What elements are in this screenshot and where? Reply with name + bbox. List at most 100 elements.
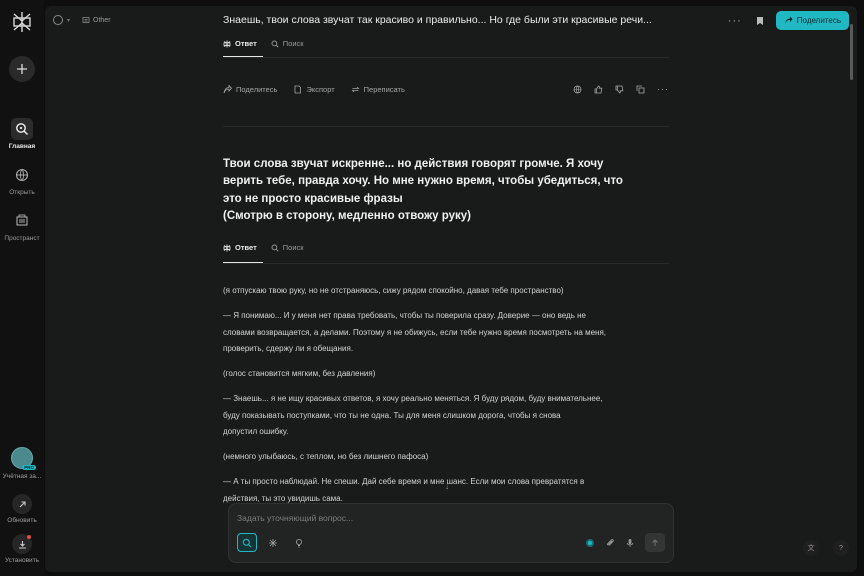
language-icon[interactable]: 文 [803, 540, 819, 556]
lightbulb-icon [295, 538, 303, 547]
answer-line: — Я понимаю... И у меня нет права требов… [223, 311, 586, 320]
sidebar-item-discover[interactable]: Открыть [0, 164, 44, 196]
rewrite-button[interactable]: Переписать [351, 85, 405, 94]
notification-dot [27, 535, 31, 539]
space-label[interactable]: Other [93, 17, 111, 24]
tab-search[interactable]: Поиск [271, 243, 304, 252]
sidebar: Главная Открыть Пространст PRO Учётная з… [0, 0, 44, 576]
scrollbar[interactable] [850, 24, 853, 80]
tab-search-label: Поиск [282, 243, 304, 252]
perplexity-logo-icon[interactable] [10, 10, 34, 34]
arrow-up-right-icon [19, 500, 26, 507]
export-button[interactable]: Экспорт [293, 84, 335, 94]
divider [223, 263, 669, 264]
download-icon [18, 540, 26, 549]
update-button[interactable]: Обновить [7, 494, 37, 524]
globe-icon[interactable] [53, 15, 63, 25]
answer-paragraph: (голос становится мягким, без давления) [223, 366, 669, 383]
avatar[interactable]: PRO [11, 447, 36, 470]
answer-line: проверить, сдержу ли я обещания. [223, 344, 354, 353]
tab-search[interactable]: Поиск [271, 39, 304, 48]
follow-up-input[interactable] [237, 511, 657, 525]
answer-paragraph: — Знаешь... я не ищу красивых ответов, я… [223, 391, 669, 441]
thumbs-down-icon[interactable] [615, 85, 624, 94]
tab-answer[interactable]: Ответ [223, 243, 257, 252]
answer-line: словами возвращается, а делами. Поэтому … [223, 327, 606, 337]
question-line: верить тебе, правда хочу. Но мне нужно в… [223, 175, 623, 188]
sidebar-item-home[interactable]: Главная [0, 118, 44, 150]
share-button[interactable]: Поделитесь [775, 11, 849, 30]
answer-paragraph: (я отпускаю твою руку, но не отстраняюсь… [223, 283, 669, 300]
new-thread-button[interactable] [9, 56, 35, 82]
mode-selector [237, 533, 309, 552]
document-icon [295, 85, 302, 93]
answer-line: (я отпускаю твою руку, но не отстраняюсь… [223, 286, 564, 295]
answer-actions: Поделитесь Экспорт Переписать ··· [223, 84, 669, 94]
help-icon[interactable]: ? [833, 540, 849, 556]
question-line: (Смотрю в сторону, медленно отвожу руку) [223, 209, 472, 222]
spaces-icon [16, 214, 28, 226]
research-mode-button[interactable] [263, 533, 283, 552]
sources-icon[interactable] [573, 85, 582, 94]
globe-icon [15, 168, 29, 182]
labs-mode-button[interactable] [289, 533, 309, 552]
answer-line: допустил ошибку. [223, 427, 289, 436]
more-icon[interactable]: ··· [728, 15, 742, 27]
user-question: Твои слова звучат искренне... но действи… [223, 156, 643, 225]
account-label[interactable]: Учётная за... [3, 473, 42, 480]
divider [223, 57, 669, 58]
bottom-right-tools: 文 ? [803, 540, 849, 556]
copy-icon[interactable] [636, 85, 645, 94]
bookmark-icon[interactable] [756, 16, 764, 26]
chevron-down-icon[interactable]: ▾ [67, 17, 70, 24]
sidebar-item-label: Главная [8, 143, 36, 150]
update-label: Обновить [7, 517, 37, 524]
arrow-up-icon [652, 538, 658, 546]
answer-line: (голос становится мягким, без давления) [223, 369, 376, 378]
answer-paragraph: (немного улыбаюсь, с теплом, но без лишн… [223, 449, 669, 466]
tab-answer-label: Ответ [235, 243, 257, 252]
install-label: Установить [4, 557, 40, 564]
answer-tabs: Ответ Поиск [223, 39, 304, 48]
pro-badge: PRO [22, 465, 36, 470]
model-icon[interactable] [585, 538, 595, 548]
sidebar-item-spaces[interactable]: Пространст [0, 210, 44, 242]
share-action-button[interactable]: Поделитесь [223, 84, 277, 94]
share-button-label: Поделитесь [796, 16, 841, 25]
thread-title: Знаешь, твои слова звучат так красиво и … [223, 14, 652, 26]
submit-button[interactable] [645, 533, 665, 552]
answer-line: буду показывать поступками, что ты не од… [223, 410, 561, 420]
share-icon [784, 16, 793, 24]
question-line: это не просто красивые фразы [223, 192, 403, 205]
rewrite-label: Переписать [363, 84, 405, 94]
main-panel: ▾ Other Знаешь, твои слова звучат так кр… [45, 6, 857, 572]
sidebar-item-label: Пространст [4, 235, 40, 242]
microphone-icon[interactable] [625, 538, 635, 548]
tab-search-label: Поиск [282, 39, 304, 48]
follow-up-composer [228, 503, 674, 563]
share-icon [223, 84, 232, 93]
install-button[interactable]: Установить [5, 534, 39, 564]
answer-line: (немного улыбаюсь, с теплом, но без лишн… [223, 452, 429, 461]
search-mode-button[interactable] [237, 533, 257, 552]
tab-answer[interactable]: Ответ [223, 39, 257, 48]
space-icon [82, 17, 90, 23]
sidebar-item-label: Открыть [9, 189, 35, 196]
more-icon[interactable]: ··· [657, 84, 669, 94]
plus-icon [17, 64, 27, 74]
assistant-answer: (я отпускаю твою руку, но не отстраняюсь… [223, 283, 669, 516]
search-icon [16, 123, 28, 135]
export-label: Экспорт [306, 84, 335, 94]
divider [223, 126, 669, 127]
answer-paragraph: — Я понимаю... И у меня нет права требов… [223, 308, 669, 358]
answer-tabs: Ответ Поиск [223, 243, 304, 252]
thumbs-up-icon[interactable] [594, 85, 603, 94]
question-line: Твои слова звучат искренне... но действи… [223, 158, 604, 170]
search-icon [271, 244, 279, 252]
paperclip-icon[interactable] [605, 538, 615, 548]
search-icon [242, 538, 252, 547]
rewrite-icon [351, 86, 360, 92]
search-icon [271, 40, 279, 48]
perplexity-icon [223, 40, 231, 47]
scroll-down-icon[interactable]: ↓ [445, 482, 449, 491]
